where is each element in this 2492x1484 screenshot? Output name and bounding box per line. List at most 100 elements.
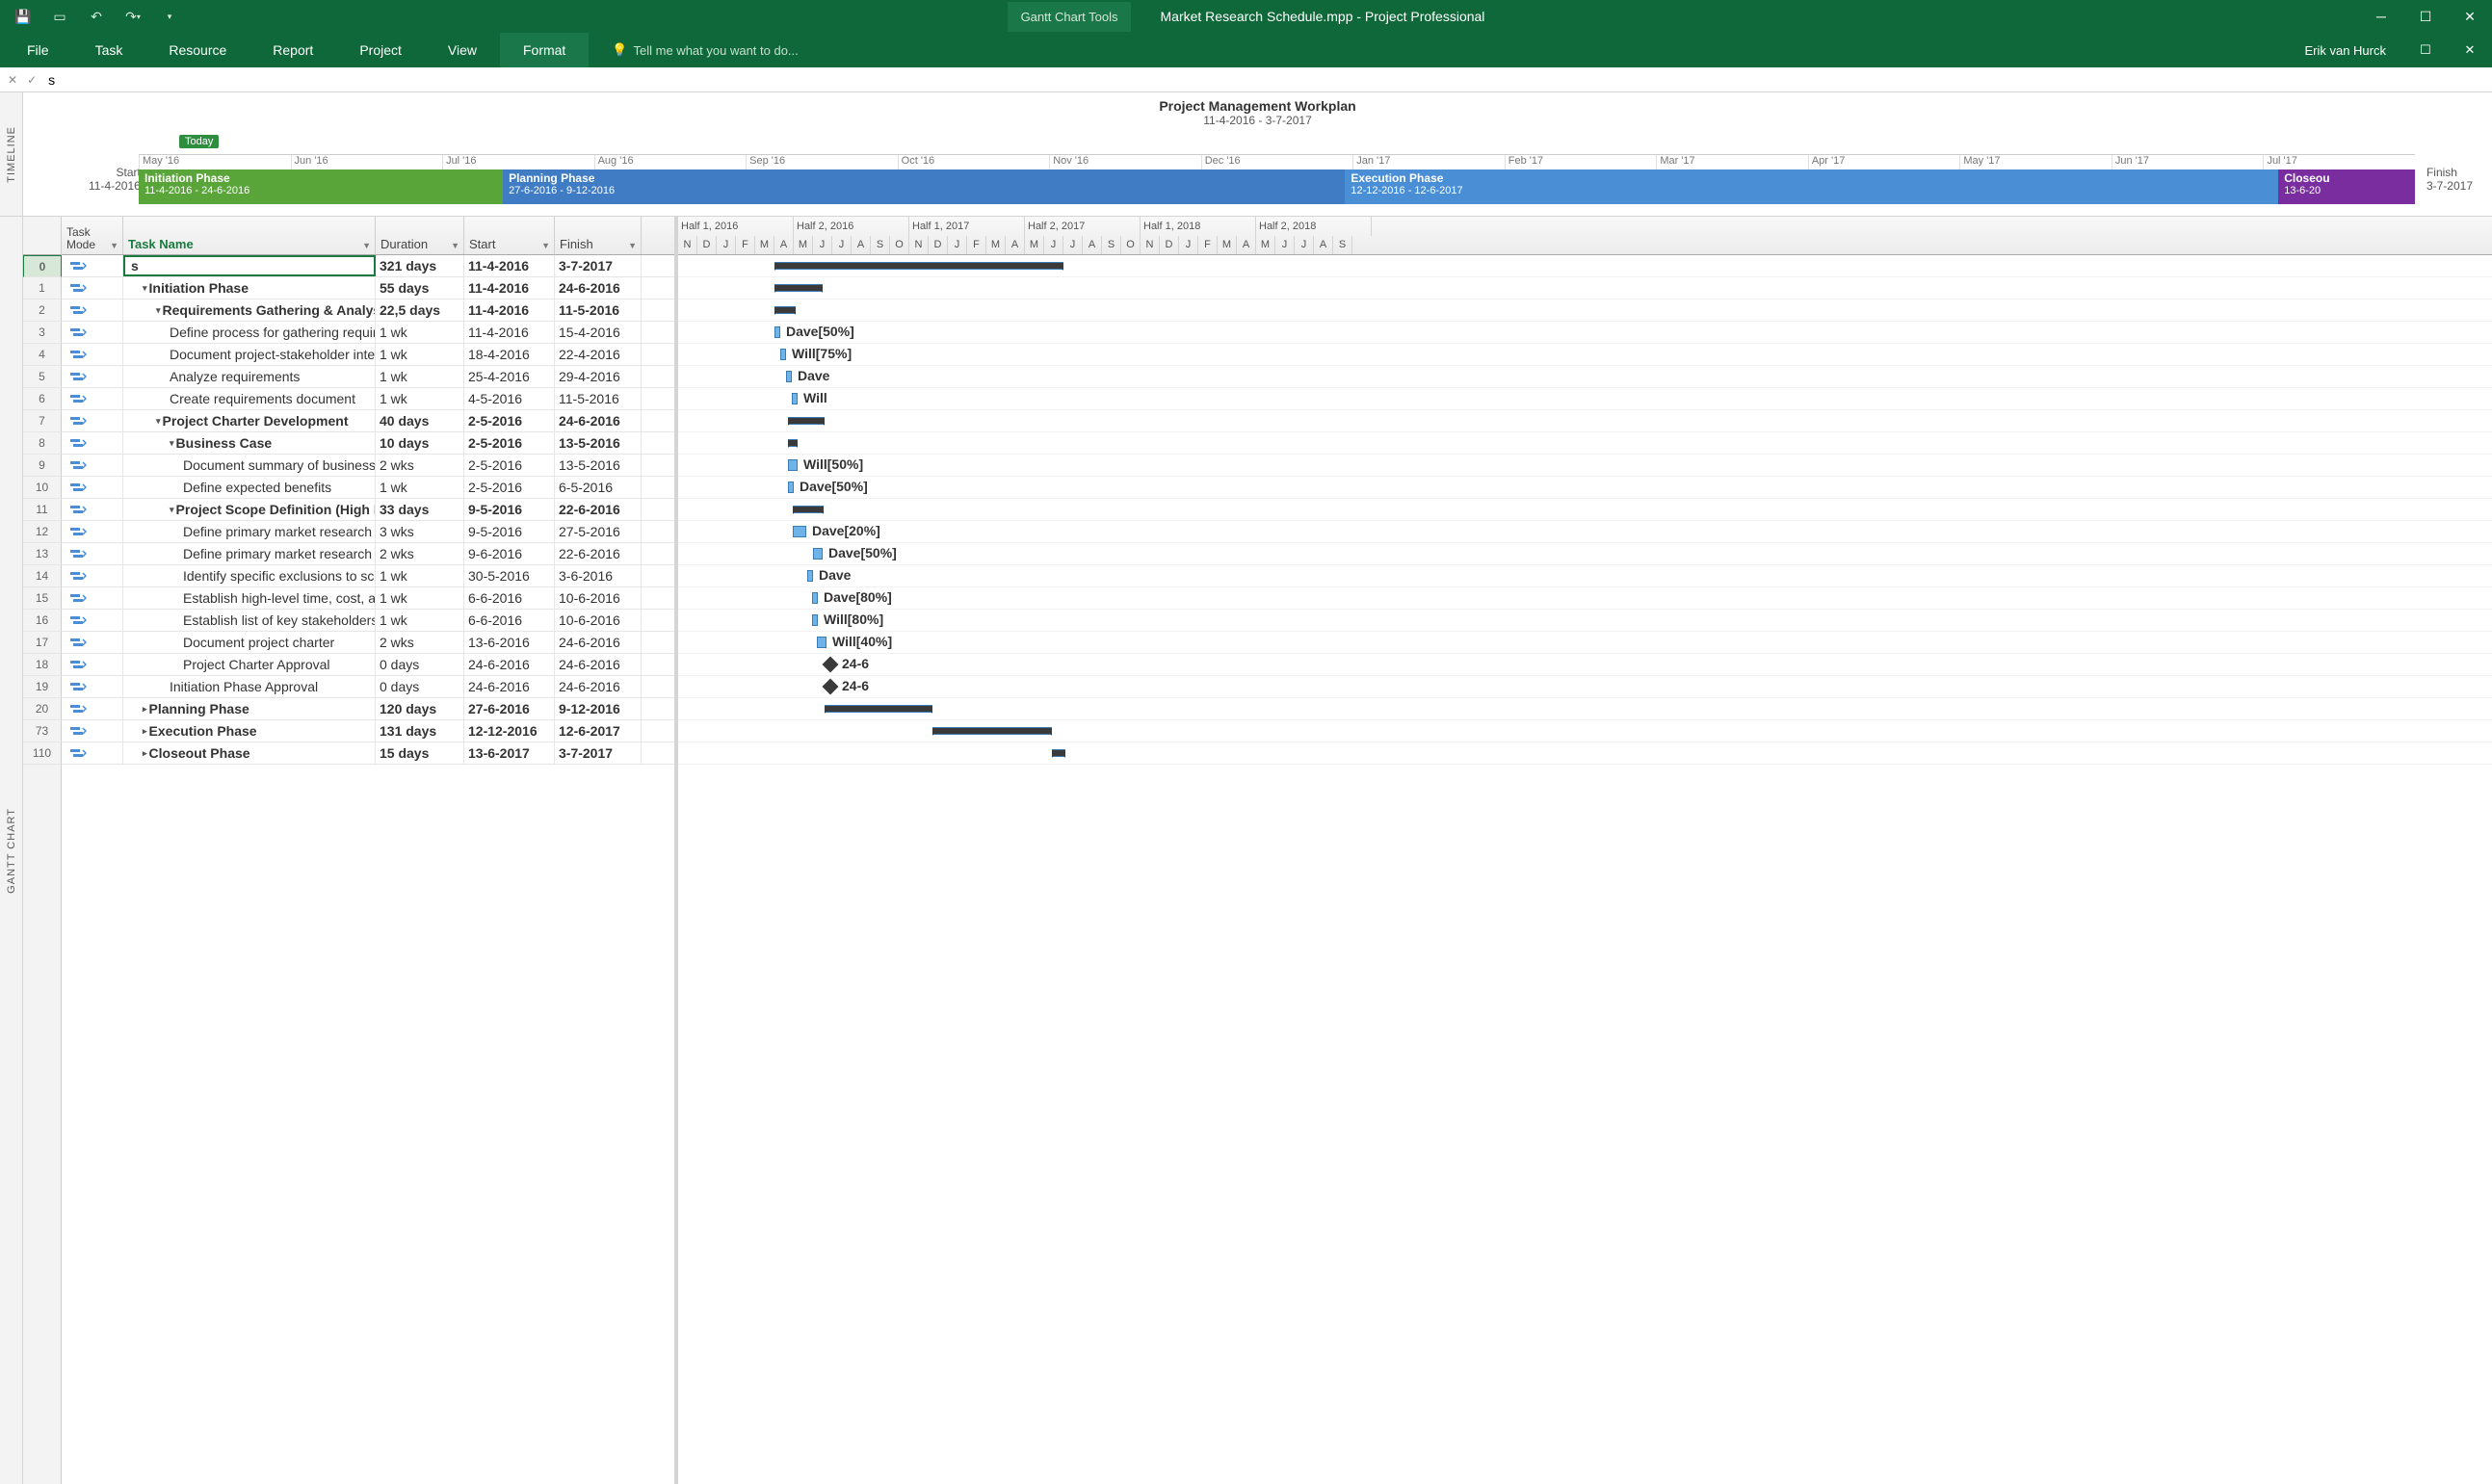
row-number[interactable]: 2 bbox=[23, 299, 62, 322]
task-mode-cell[interactable] bbox=[62, 432, 123, 454]
task-dur-cell[interactable]: 2 wks bbox=[376, 543, 464, 564]
outline-toggle-icon[interactable]: ▸ bbox=[143, 726, 147, 737]
ribbon-tab-report[interactable]: Report bbox=[249, 33, 336, 67]
table-row[interactable]: Document project charter2 wks13-6-201624… bbox=[62, 632, 674, 654]
column-task-mode[interactable]: Task Mode ▼ bbox=[62, 217, 123, 254]
row-number[interactable]: 14 bbox=[23, 565, 62, 587]
task-name-cell[interactable]: ▾Project Charter Development bbox=[123, 410, 376, 431]
task-mode-cell[interactable] bbox=[62, 299, 123, 321]
row-number[interactable]: 4 bbox=[23, 344, 62, 366]
gantt-row[interactable] bbox=[678, 742, 2492, 765]
task-name-cell[interactable]: Initiation Phase Approval bbox=[123, 676, 376, 697]
task-dur-cell[interactable]: 2 wks bbox=[376, 632, 464, 653]
row-number[interactable]: 20 bbox=[23, 698, 62, 720]
task-mode-cell[interactable] bbox=[62, 632, 123, 653]
task-mode-cell[interactable] bbox=[62, 499, 123, 520]
task-mode-cell[interactable] bbox=[62, 455, 123, 476]
gantt-bar[interactable] bbox=[817, 637, 826, 648]
entry-input[interactable] bbox=[44, 70, 2486, 90]
table-row[interactable]: Establish list of key stakeholders1 wk6-… bbox=[62, 610, 674, 632]
chevron-down-icon[interactable]: ▼ bbox=[110, 241, 118, 250]
gantt-bar[interactable] bbox=[774, 306, 796, 314]
task-start-cell[interactable]: 2-5-2016 bbox=[464, 432, 555, 454]
task-finish-cell[interactable]: 22-6-2016 bbox=[555, 543, 642, 564]
task-mode-cell[interactable] bbox=[62, 565, 123, 586]
gantt-bar[interactable] bbox=[786, 371, 792, 382]
task-start-cell[interactable]: 27-6-2016 bbox=[464, 698, 555, 719]
timeline-view[interactable]: Project Management Workplan 11-4-2016 - … bbox=[23, 92, 2492, 216]
task-table-body[interactable]: s321 days11-4-20163-7-2017▾Initiation Ph… bbox=[62, 255, 674, 1484]
task-start-cell[interactable]: 2-5-2016 bbox=[464, 477, 555, 498]
task-finish-cell[interactable]: 24-6-2016 bbox=[555, 676, 642, 697]
task-start-cell[interactable]: 13-6-2017 bbox=[464, 742, 555, 764]
gantt-row[interactable] bbox=[678, 720, 2492, 742]
task-finish-cell[interactable]: 10-6-2016 bbox=[555, 587, 642, 609]
task-finish-cell[interactable]: 29-4-2016 bbox=[555, 366, 642, 387]
task-mode-cell[interactable] bbox=[62, 676, 123, 697]
task-finish-cell[interactable]: 24-6-2016 bbox=[555, 632, 642, 653]
row-number[interactable]: 10 bbox=[23, 477, 62, 499]
chevron-down-icon[interactable]: ▼ bbox=[362, 241, 371, 250]
chevron-down-icon[interactable]: ▼ bbox=[451, 241, 459, 250]
timeline-bar[interactable]: Closeou13-6-20 bbox=[2278, 169, 2415, 204]
gantt-row[interactable] bbox=[678, 277, 2492, 299]
gantt-row[interactable] bbox=[678, 499, 2492, 521]
chevron-down-icon[interactable]: ▼ bbox=[628, 241, 637, 250]
gantt-bar[interactable] bbox=[788, 459, 798, 471]
gantt-row[interactable]: Dave[50%] bbox=[678, 322, 2492, 344]
gantt-row[interactable]: Dave bbox=[678, 565, 2492, 587]
task-mode-cell[interactable] bbox=[62, 720, 123, 742]
task-dur-cell[interactable]: 40 days bbox=[376, 410, 464, 431]
task-name-cell[interactable]: ▾Requirements Gathering & Analysis bbox=[123, 299, 376, 321]
task-name-cell[interactable]: Document project-stakeholder inter bbox=[123, 344, 376, 365]
row-number[interactable]: 11 bbox=[23, 499, 62, 521]
gantt-row[interactable]: Dave[50%] bbox=[678, 543, 2492, 565]
task-start-cell[interactable]: 9-5-2016 bbox=[464, 521, 555, 542]
row-number[interactable]: 17 bbox=[23, 632, 62, 654]
task-finish-cell[interactable]: 9-12-2016 bbox=[555, 698, 642, 719]
table-row[interactable]: Document summary of business pr2 wks2-5-… bbox=[62, 455, 674, 477]
ribbon-tab-file[interactable]: File bbox=[4, 33, 72, 67]
minimize-button[interactable]: ─ bbox=[2359, 0, 2403, 33]
qat-customize-icon[interactable]: ▾ bbox=[160, 7, 179, 26]
task-finish-cell[interactable]: 6-5-2016 bbox=[555, 477, 642, 498]
column-finish[interactable]: Finish ▼ bbox=[555, 217, 642, 254]
task-name-cell[interactable]: Document project charter bbox=[123, 632, 376, 653]
task-dur-cell[interactable]: 321 days bbox=[376, 255, 464, 276]
task-mode-cell[interactable] bbox=[62, 322, 123, 343]
task-finish-cell[interactable]: 12-6-2017 bbox=[555, 720, 642, 742]
row-number[interactable]: 13 bbox=[23, 543, 62, 565]
task-finish-cell[interactable]: 22-4-2016 bbox=[555, 344, 642, 365]
task-finish-cell[interactable]: 24-6-2016 bbox=[555, 277, 642, 299]
task-name-cell[interactable]: Project Charter Approval bbox=[123, 654, 376, 675]
task-finish-cell[interactable]: 22-6-2016 bbox=[555, 499, 642, 520]
task-name-cell[interactable]: Define expected benefits bbox=[123, 477, 376, 498]
table-row[interactable]: ▾Business Case10 days2-5-201613-5-2016 bbox=[62, 432, 674, 455]
row-number[interactable]: 8 bbox=[23, 432, 62, 455]
task-dur-cell[interactable]: 55 days bbox=[376, 277, 464, 299]
task-finish-cell[interactable]: 13-5-2016 bbox=[555, 455, 642, 476]
task-name-cell[interactable]: Establish high-level time, cost, and r bbox=[123, 587, 376, 609]
gantt-row[interactable] bbox=[678, 432, 2492, 455]
task-name-cell[interactable]: ▾Business Case bbox=[123, 432, 376, 454]
task-start-cell[interactable]: 25-4-2016 bbox=[464, 366, 555, 387]
task-dur-cell[interactable]: 1 wk bbox=[376, 388, 464, 409]
gantt-bar[interactable] bbox=[788, 417, 825, 425]
table-row[interactable]: Define process for gathering require1 wk… bbox=[62, 322, 674, 344]
task-mode-cell[interactable] bbox=[62, 410, 123, 431]
gantt-row[interactable]: Will[80%] bbox=[678, 610, 2492, 632]
task-start-cell[interactable]: 11-4-2016 bbox=[464, 255, 555, 276]
task-mode-cell[interactable] bbox=[62, 477, 123, 498]
row-number[interactable]: 1 bbox=[23, 277, 62, 299]
table-row[interactable]: Identify specific exclusions to scop1 wk… bbox=[62, 565, 674, 587]
ribbon-close-button[interactable]: ✕ bbox=[2448, 33, 2492, 67]
task-finish-cell[interactable]: 3-7-2017 bbox=[555, 255, 642, 276]
row-number[interactable]: 12 bbox=[23, 521, 62, 543]
task-finish-cell[interactable]: 11-5-2016 bbox=[555, 388, 642, 409]
close-button[interactable]: ✕ bbox=[2448, 0, 2492, 33]
chevron-down-icon[interactable]: ▼ bbox=[541, 241, 550, 250]
gantt-bar[interactable] bbox=[780, 349, 786, 360]
task-dur-cell[interactable]: 1 wk bbox=[376, 344, 464, 365]
row-number[interactable]: 9 bbox=[23, 455, 62, 477]
task-dur-cell[interactable]: 1 wk bbox=[376, 366, 464, 387]
